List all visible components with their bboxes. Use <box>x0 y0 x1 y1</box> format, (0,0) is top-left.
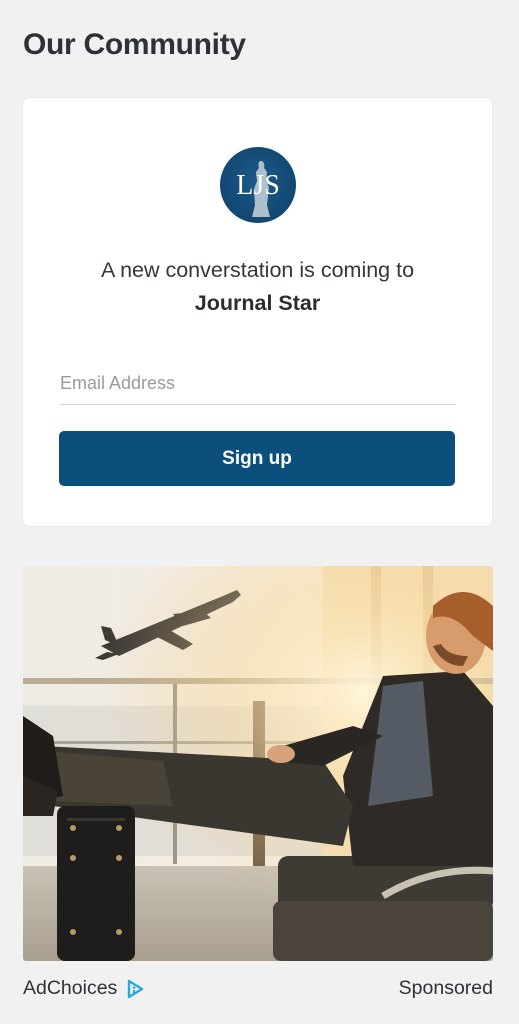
signup-card: LJS A new converstation is coming to Jou… <box>23 98 492 526</box>
journal-star-logo: LJS <box>220 147 296 223</box>
travel-photo <box>23 566 493 961</box>
email-field[interactable] <box>60 362 456 405</box>
ljs-logo-icon: LJS <box>236 161 280 217</box>
tagline-line-1: A new converstation is coming to <box>100 258 415 282</box>
adchoices-link[interactable]: AdChoices <box>23 977 145 1000</box>
page-title: Our Community <box>23 28 246 61</box>
ad-footer: AdChoices Sponsored <box>23 974 493 1006</box>
adchoices-icon <box>128 979 144 998</box>
ad-image[interactable] <box>23 566 493 961</box>
sponsored-label: Sponsored <box>398 977 493 999</box>
tagline: A new converstation is coming to Journal… <box>23 254 492 320</box>
adchoices-label: AdChoices <box>23 977 118 999</box>
signup-button[interactable]: Sign up <box>59 431 455 486</box>
logo-lettering: LJS <box>236 170 280 201</box>
publication-name: Journal Star <box>194 291 321 315</box>
